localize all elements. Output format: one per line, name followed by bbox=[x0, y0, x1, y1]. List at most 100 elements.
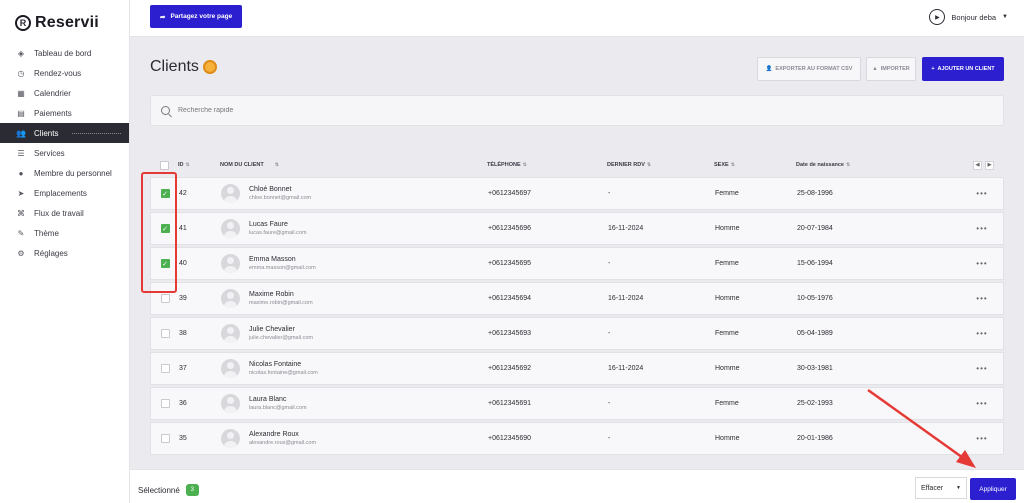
cell-client: Maxime Robin maxime.robin@gmail.com bbox=[221, 289, 488, 308]
sidebar-item-réglages[interactable]: ⚙ Réglages bbox=[0, 243, 129, 263]
search-bar bbox=[150, 95, 1004, 126]
gear-icon: ⚙ bbox=[17, 248, 25, 258]
bulk-action-select[interactable]: Effacer ▼ bbox=[915, 477, 967, 499]
cell-dob: 25-02-1993 bbox=[797, 400, 833, 407]
avatar bbox=[221, 324, 240, 343]
client-email: chloe.bonnet@gmail.com bbox=[249, 195, 312, 201]
row-more-menu-icon[interactable]: ••• bbox=[967, 189, 997, 198]
table-row[interactable]: 38 Julie Chevalier julie.chevalier@gmail.c… bbox=[150, 317, 1004, 350]
table-body: ✓ 42 Chloé Bonnet chloe.bonnet@gmail.com +06… bbox=[150, 177, 1004, 455]
client-name[interactable]: Chloé Bonnet bbox=[249, 186, 311, 193]
sidebar-item-emplacements[interactable]: ➤ Emplacements bbox=[0, 183, 129, 203]
brand-logo-icon: R bbox=[15, 14, 31, 31]
column-pager: ◀ ▶ bbox=[973, 160, 994, 170]
row-checkbox[interactable] bbox=[160, 434, 170, 443]
calendar-icon: ▦ bbox=[17, 88, 25, 98]
table-row[interactable]: 37 Nicolas Fontaine nicolas.fontaine@gmail… bbox=[150, 352, 1004, 385]
plus-icon: + bbox=[931, 66, 935, 72]
row-checkbox[interactable] bbox=[160, 364, 170, 373]
import-button[interactable]: ▲ IMPORTER bbox=[866, 57, 916, 81]
clients-table: ID ⇅ NOM DU CLIENT ⇅ TÉLÉPHONE ⇅ DERNIER RD… bbox=[150, 155, 1004, 455]
table-row[interactable]: ✓ 41 Lucas Faure lucas.faure@gmail.com +0612… bbox=[150, 212, 1004, 245]
row-more-menu-icon[interactable]: ••• bbox=[967, 364, 997, 373]
chevron-right-icon[interactable]: ▶ bbox=[985, 160, 994, 170]
row-more-menu-icon[interactable]: ••• bbox=[967, 329, 997, 338]
sidebar-item-clients[interactable]: 👥 Clients bbox=[0, 123, 129, 143]
header-client[interactable]: NOM DU CLIENT ⇅ bbox=[220, 162, 487, 168]
client-name[interactable]: Maxime Robin bbox=[249, 291, 313, 298]
avatar bbox=[221, 219, 240, 238]
row-checkbox[interactable]: ✓ bbox=[160, 259, 170, 268]
table-row[interactable]: 39 Maxime Robin maxime.robin@gmail.com +061… bbox=[150, 282, 1004, 315]
client-name[interactable]: Nicolas Fontaine bbox=[249, 361, 318, 368]
row-more-menu-icon[interactable]: ••• bbox=[967, 259, 997, 268]
cell-phone: +0612345692 bbox=[488, 365, 532, 372]
client-name[interactable]: Emma Masson bbox=[249, 256, 316, 263]
users-icon: 👥 bbox=[16, 128, 26, 138]
header-id[interactable]: ID ⇅ bbox=[178, 162, 220, 168]
sidebar-item-flux-de-travail[interactable]: ⌘ Flux de travail bbox=[0, 203, 129, 223]
cell-id: 38 bbox=[179, 330, 187, 337]
sidebar-item-rendez-vous[interactable]: ◷ Rendez-vous bbox=[0, 63, 129, 83]
share-page-button[interactable]: ➦ Partagez votre page bbox=[150, 5, 243, 28]
cell-phone: +0612345697 bbox=[488, 190, 532, 197]
avatar bbox=[221, 289, 240, 308]
topbar: ➦ Partagez votre page ▶ Bonjour deba ▼ bbox=[130, 0, 1024, 37]
sidebar-item-services[interactable]: ☰ Services bbox=[0, 143, 129, 163]
row-checkbox[interactable] bbox=[160, 399, 170, 408]
row-more-menu-icon[interactable]: ••• bbox=[967, 434, 997, 443]
client-email: maxime.robin@gmail.com bbox=[249, 300, 313, 306]
row-checkbox[interactable] bbox=[160, 294, 170, 303]
receipt-icon: ▤ bbox=[17, 108, 25, 118]
header-phone[interactable]: TÉLÉPHONE ⇅ bbox=[487, 162, 607, 168]
sort-icon: ⇅ bbox=[185, 162, 190, 168]
avatar bbox=[221, 184, 240, 203]
table-row[interactable]: 35 Alexandre Roux alexandre.roux@gmail.com… bbox=[150, 422, 1004, 455]
sidebar-item-membre-du-personnel[interactable]: ● Membre du personnel bbox=[0, 163, 129, 183]
client-name[interactable]: Alexandre Roux bbox=[249, 431, 316, 438]
row-more-menu-icon[interactable]: ••• bbox=[967, 294, 997, 303]
sidebar-item-thème[interactable]: ✎ Thème bbox=[0, 223, 129, 243]
cell-last-rdv: 16-11-2024 bbox=[608, 225, 644, 232]
add-client-button[interactable]: + AJOUTER UN CLIENT bbox=[922, 57, 1004, 81]
workflow-icon: ⌘ bbox=[17, 208, 25, 218]
row-checkbox[interactable]: ✓ bbox=[160, 224, 170, 233]
client-name[interactable]: Lucas Faure bbox=[249, 221, 307, 228]
export-csv-button[interactable]: 👤 EXPORTER AU FORMAT CSV bbox=[757, 57, 861, 81]
header-sexe[interactable]: SEXE ⇅ bbox=[714, 162, 796, 168]
header-dob[interactable]: Date de naissance ⇅ bbox=[796, 162, 966, 168]
sidebar-item-calendrier[interactable]: ▦ Calendrier bbox=[0, 83, 129, 103]
cell-dob: 10-05-1976 bbox=[797, 295, 833, 302]
chevron-down-icon: ▼ bbox=[956, 485, 961, 491]
cell-sexe: Homme bbox=[715, 295, 740, 302]
table-row[interactable]: 36 Laura Blanc laura.blanc@gmail.com +06123… bbox=[150, 387, 1004, 420]
sidebar-item-tableau-de-bord[interactable]: ◈ Tableau de bord bbox=[0, 43, 129, 63]
sidebar-item-paiements[interactable]: ▤ Paiements bbox=[0, 103, 129, 123]
client-name[interactable]: Laura Blanc bbox=[249, 396, 307, 403]
chevron-left-icon[interactable]: ◀ bbox=[973, 160, 982, 170]
cell-sexe: Homme bbox=[715, 365, 740, 372]
cell-phone: +0612345690 bbox=[488, 435, 532, 442]
search-input[interactable] bbox=[178, 107, 678, 114]
row-more-menu-icon[interactable]: ••• bbox=[967, 399, 997, 408]
row-checkbox[interactable] bbox=[160, 329, 170, 338]
location-arrow-icon: ➤ bbox=[17, 188, 25, 198]
cell-phone: +0612345694 bbox=[488, 295, 532, 302]
table-row[interactable]: ✓ 40 Emma Masson emma.masson@gmail.com +0612… bbox=[150, 247, 1004, 280]
client-name[interactable]: Julie Chevalier bbox=[249, 326, 313, 333]
header-last-rdv[interactable]: DERNIER RDV ⇅ bbox=[607, 162, 714, 168]
cell-dob: 15-06-1994 bbox=[797, 260, 833, 267]
table-row[interactable]: ✓ 42 Chloé Bonnet chloe.bonnet@gmail.com +06… bbox=[150, 177, 1004, 210]
user-menu[interactable]: ▶ Bonjour deba ▼ bbox=[929, 9, 1008, 25]
apply-button[interactable]: Appliquer bbox=[970, 478, 1016, 500]
chevron-down-icon: ▼ bbox=[1002, 14, 1008, 20]
row-more-menu-icon[interactable]: ••• bbox=[967, 224, 997, 233]
brand[interactable]: R Reservii bbox=[0, 0, 129, 36]
row-checkbox[interactable]: ✓ bbox=[160, 189, 170, 198]
avatar bbox=[221, 359, 240, 378]
select-all-checkbox[interactable] bbox=[159, 160, 169, 170]
sidebar-item-label: Rendez-vous bbox=[34, 68, 82, 78]
cell-sexe: Homme bbox=[715, 435, 740, 442]
sidebar-nav: ◈ Tableau de bord ◷ Rendez-vous ▦ Calendrier ▤… bbox=[0, 43, 129, 263]
sidebar-item-label: Services bbox=[34, 148, 65, 158]
